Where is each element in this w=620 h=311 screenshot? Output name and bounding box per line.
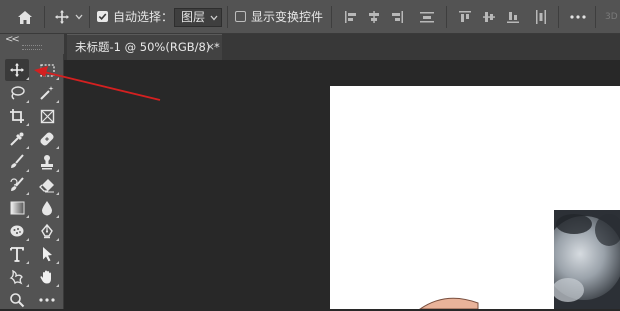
separator: [558, 6, 559, 28]
document-tab[interactable]: 未标题-1 @ 50%(RGB/8) * ×: [67, 34, 222, 60]
bandage-icon: [40, 132, 54, 146]
edit-toolbar-button[interactable]: [35, 289, 59, 311]
move-icon: [10, 63, 24, 77]
move-tool[interactable]: [5, 59, 29, 81]
stamp-icon: [41, 155, 53, 170]
eraser-icon: [39, 179, 54, 193]
gradient-tool[interactable]: [5, 197, 29, 219]
show-transform-controls-checkbox[interactable]: [235, 11, 246, 22]
eyedropper-icon: [10, 132, 24, 146]
toolbar-drag-handle[interactable]: [22, 45, 42, 50]
document-canvas[interactable]: [330, 86, 620, 309]
magic-wand-tool[interactable]: [35, 82, 59, 104]
separator: [227, 6, 228, 28]
pink-shape: [419, 297, 479, 309]
crop-tool[interactable]: [5, 105, 29, 127]
brush-icon: [11, 154, 24, 168]
sponge-icon: [10, 225, 24, 237]
tool-preset-chevron-icon[interactable]: [74, 7, 84, 27]
separator: [446, 6, 447, 28]
separator: [331, 6, 332, 28]
more-options-icon[interactable]: [568, 7, 588, 27]
crop-icon: [10, 109, 24, 123]
align-vertical-centers-icon[interactable]: [481, 7, 497, 27]
pen-icon: [41, 223, 53, 239]
move-tool-icon[interactable]: [52, 7, 72, 27]
type-tool[interactable]: [5, 243, 29, 265]
custom-shape-icon: [9, 269, 23, 285]
3d-mode-label[interactable]: 3D: [605, 12, 618, 22]
collapse-toolbar-button[interactable]: <<: [5, 34, 20, 45]
placed-photo: [554, 210, 620, 309]
spot-healing-brush-tool[interactable]: [35, 128, 59, 150]
toolbar: [0, 54, 64, 309]
more-tools-icon: [39, 298, 55, 302]
align-top-edges-icon[interactable]: [457, 7, 473, 27]
options-bar: 自动选择： 图层 显示变换控件 3D: [0, 0, 620, 34]
frame-icon: [40, 109, 54, 123]
gradient-icon: [10, 201, 24, 215]
separator: [595, 6, 596, 28]
pen-tool[interactable]: [35, 220, 59, 242]
eyedropper-tool[interactable]: [5, 128, 29, 150]
blur-drop-icon: [42, 201, 52, 216]
lasso-icon: [11, 86, 25, 100]
document-tab-title: 未标题-1 @ 50%(RGB/8) *: [75, 40, 220, 54]
rectangular-marquee-tool[interactable]: [35, 59, 59, 81]
chevron-down-icon: [210, 11, 218, 23]
show-transform-controls-label: 显示变换控件: [251, 10, 324, 24]
align-left-edges-icon[interactable]: [343, 7, 359, 27]
path-selection-tool[interactable]: [35, 243, 59, 265]
auto-select-target-value: 图层: [181, 10, 206, 24]
arrow-cursor-icon: [43, 247, 52, 262]
auto-select-label: 自动选择：: [113, 10, 174, 24]
align-bottom-edges-icon[interactable]: [505, 7, 521, 27]
zoom-tool[interactable]: [5, 289, 29, 311]
separator: [89, 6, 90, 28]
close-icon[interactable]: ×: [206, 35, 215, 59]
home-icon[interactable]: [14, 7, 36, 27]
separator: [44, 6, 45, 28]
align-horizontal-centers-icon[interactable]: [366, 7, 382, 27]
auto-select-target-dropdown[interactable]: 图层: [174, 8, 222, 27]
lasso-tool[interactable]: [5, 82, 29, 104]
auto-select-checkbox[interactable]: [97, 11, 108, 22]
magic-wand-icon: [40, 86, 54, 100]
type-icon: [10, 246, 24, 262]
clone-stamp-tool[interactable]: [35, 151, 59, 173]
hand-icon: [40, 270, 51, 284]
blur-tool[interactable]: [35, 197, 59, 219]
hand-tool[interactable]: [35, 266, 59, 288]
distribute-vertical-icon[interactable]: [418, 7, 436, 27]
workspace: [64, 60, 620, 309]
eraser-tool[interactable]: [35, 174, 59, 196]
frame-tool[interactable]: [35, 105, 59, 127]
custom-shape-tool[interactable]: [5, 266, 29, 288]
zoom-icon: [10, 293, 25, 308]
dodge-tool[interactable]: [5, 220, 29, 242]
distribute-horizontal-icon[interactable]: [533, 7, 549, 27]
document-tab-strip: 未标题-1 @ 50%(RGB/8) * ×: [64, 34, 620, 60]
marquee-icon: [39, 63, 55, 77]
brush-tool[interactable]: [5, 151, 29, 173]
align-right-edges-icon[interactable]: [389, 7, 405, 27]
history-brush-icon: [10, 177, 24, 191]
history-brush-tool[interactable]: [5, 174, 29, 196]
toolbar-header: <<: [0, 34, 64, 54]
